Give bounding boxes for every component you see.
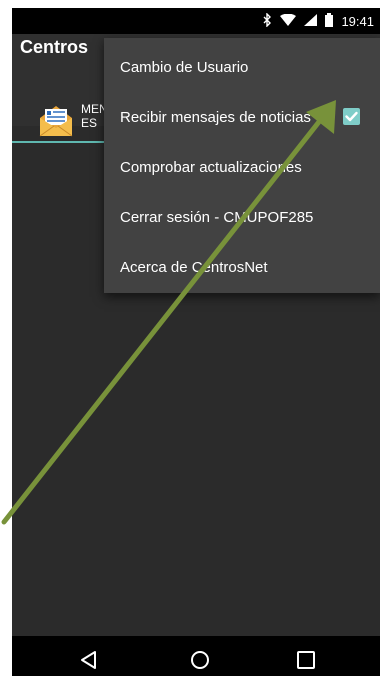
menu-item-about[interactable]: Acerca de CentrosNet <box>104 243 380 293</box>
home-button[interactable] <box>188 648 212 672</box>
navigation-bar <box>12 636 380 676</box>
overflow-menu: Cambio de Usuario Recibir mensajes de no… <box>104 38 380 293</box>
status-time: 19:41 <box>341 14 374 29</box>
wifi-icon <box>280 13 297 29</box>
recents-icon <box>297 651 315 669</box>
checkmark-icon <box>345 111 358 122</box>
back-button[interactable] <box>77 648 101 672</box>
news-checkbox[interactable] <box>343 108 360 125</box>
back-icon <box>81 651 96 669</box>
menu-item-label: Comprobar actualizaciones <box>120 159 302 176</box>
menu-item-logout[interactable]: Cerrar sesión - CMUPOF285 <box>104 193 380 243</box>
menu-item-label: Cerrar sesión - CMUPOF285 <box>120 209 314 226</box>
home-icon <box>191 651 209 669</box>
menu-item-change-user[interactable]: Cambio de Usuario <box>104 43 380 93</box>
battery-icon <box>325 13 334 30</box>
status-bar: 19:41 <box>12 8 380 34</box>
recents-button[interactable] <box>294 648 318 672</box>
bluetooth-icon <box>262 12 272 30</box>
menu-item-check-updates[interactable]: Comprobar actualizaciones <box>104 143 380 193</box>
menu-item-label: Cambio de Usuario <box>120 59 249 76</box>
menu-item-label: Acerca de CentrosNet <box>120 259 268 276</box>
menu-item-receive-news[interactable]: Recibir mensajes de noticias <box>104 93 380 143</box>
app-title: Centros <box>20 37 89 57</box>
envelope-icon <box>39 106 73 137</box>
status-icons: 19:41 <box>262 12 374 30</box>
menu-item-label: Recibir mensajes de noticias <box>120 109 311 126</box>
tab-messages[interactable] <box>36 100 76 140</box>
signal-icon <box>304 14 318 29</box>
